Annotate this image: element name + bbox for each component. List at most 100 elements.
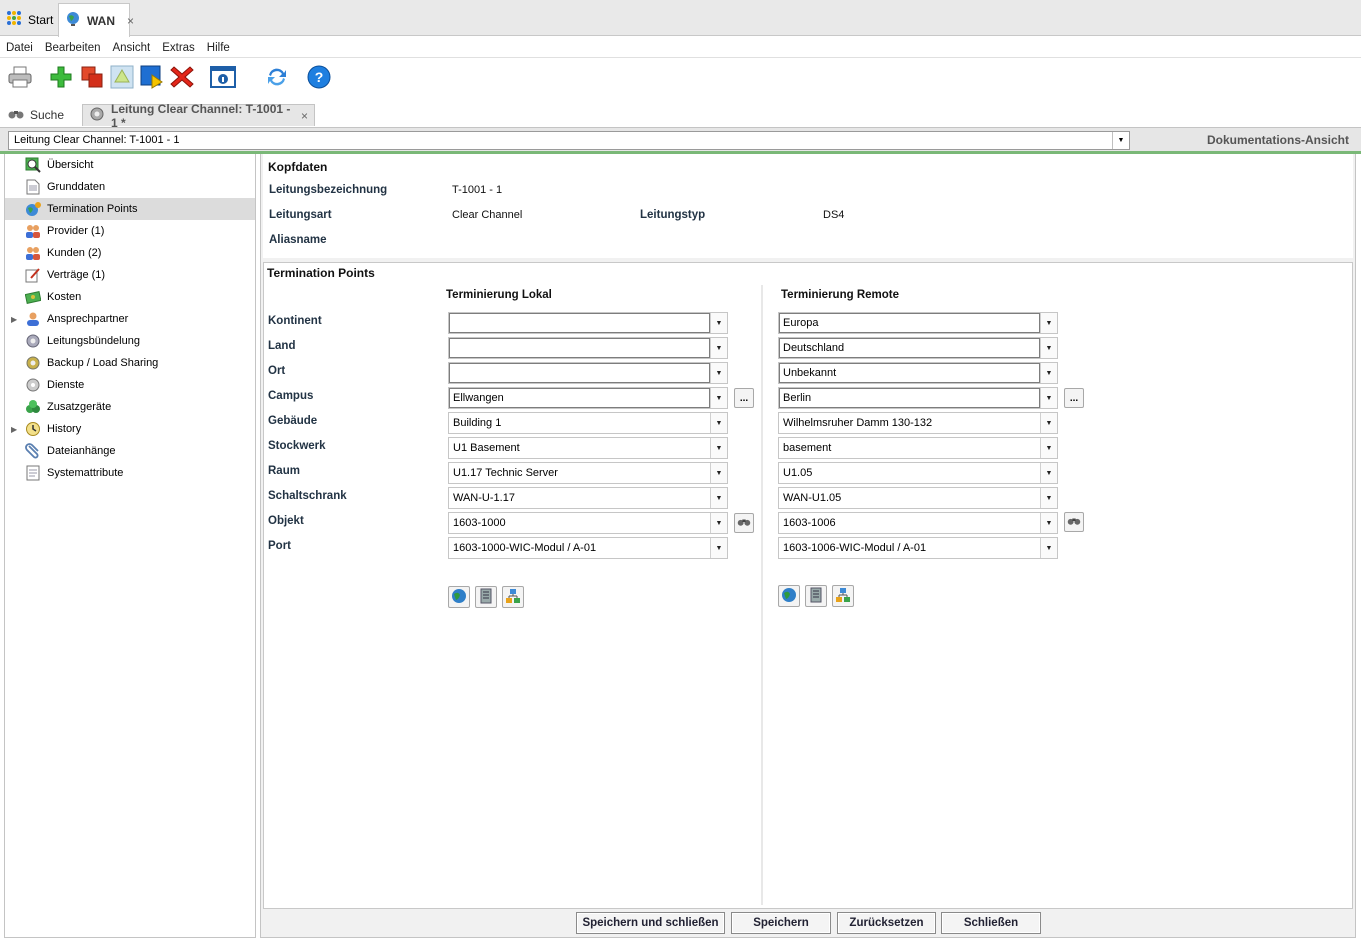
remote-schaltschrank-select[interactable]: WAN-U1.05 ▼: [778, 487, 1058, 509]
tab-leitung[interactable]: Leitung Clear Channel: T-1001 - 1 * ×: [82, 102, 315, 130]
local-kontinent-select[interactable]: ▼: [448, 312, 728, 334]
gear-icon: [89, 106, 105, 125]
sidebar-item-leitungsbuendelung[interactable]: Leitungsbündelung: [5, 330, 255, 352]
tab-search[interactable]: Suche: [8, 104, 64, 126]
close-icon[interactable]: ×: [127, 14, 134, 28]
chevron-down-icon[interactable]: ▼: [710, 313, 727, 333]
local-campus-browse-button[interactable]: ...: [734, 388, 754, 408]
record-select[interactable]: Leitung Clear Channel: T-1001 - 1 ▼: [8, 131, 1130, 150]
local-network-button[interactable]: [502, 586, 524, 608]
sidebar-item-history[interactable]: ▶ History: [5, 418, 255, 440]
remote-objekt-search-button[interactable]: [1064, 512, 1084, 532]
delete-icon[interactable]: [169, 64, 195, 90]
sidebar-item-ansprechpartner[interactable]: ▶ Ansprechpartner: [5, 308, 255, 330]
app-tab-start[interactable]: Start: [0, 3, 56, 36]
sidebar-item-label: Zusatzgeräte: [47, 401, 112, 413]
sidebar-item-zusatzgeraete[interactable]: Zusatzgeräte: [5, 396, 255, 418]
expand-arrow-icon[interactable]: ▶: [11, 315, 17, 324]
menu-extras[interactable]: Extras: [156, 42, 201, 54]
sidebar-item-provider[interactable]: Provider (1): [5, 220, 255, 242]
local-gebaeude-select[interactable]: Building 1 ▼: [448, 412, 728, 434]
chevron-down-icon[interactable]: ▼: [710, 363, 727, 383]
remote-ort-select[interactable]: Unbekannt ▼: [778, 362, 1058, 384]
local-rack-button[interactable]: [475, 586, 497, 608]
menu-hilfe[interactable]: Hilfe: [201, 42, 236, 54]
local-map-button[interactable]: [448, 586, 470, 608]
chevron-down-icon[interactable]: ▼: [1040, 438, 1057, 458]
move-up-icon[interactable]: [109, 64, 135, 90]
remote-schaltschrank-value: WAN-U1.05: [783, 492, 842, 504]
local-stockwerk-select[interactable]: U1 Basement ▼: [448, 437, 728, 459]
sidebar-item-vertraege[interactable]: Verträge (1): [5, 264, 255, 286]
local-raum-select[interactable]: U1.17 Technic Server ▼: [448, 462, 728, 484]
sidebar-item-label: Verträge (1): [47, 269, 106, 281]
printer-icon[interactable]: [7, 64, 33, 90]
sidebar-item-grunddaten[interactable]: Grunddaten: [5, 176, 255, 198]
chevron-down-icon[interactable]: ▼: [710, 438, 727, 458]
sidebar-item-kunden[interactable]: Kunden (2): [5, 242, 255, 264]
local-objekt-search-button[interactable]: [734, 513, 754, 533]
chevron-down-icon[interactable]: ▼: [710, 463, 727, 483]
remote-port-select[interactable]: 1603-1006-WIC-Modul / A-01 ▼: [778, 537, 1058, 559]
chevron-down-icon[interactable]: ▼: [1040, 363, 1057, 383]
info-icon[interactable]: [210, 64, 236, 90]
objekt-label: Objekt: [268, 515, 304, 527]
expand-arrow-icon[interactable]: ▶: [11, 425, 17, 434]
menu-bearbeiten[interactable]: Bearbeiten: [39, 42, 107, 54]
chevron-down-icon[interactable]: ▼: [1040, 313, 1057, 333]
remote-land-select[interactable]: Deutschland ▼: [778, 337, 1058, 359]
remote-gebaeude-select[interactable]: Wilhelmsruher Damm 130-132 ▼: [778, 412, 1058, 434]
menu-ansicht[interactable]: Ansicht: [106, 42, 156, 54]
local-port-select[interactable]: 1603-1000-WIC-Modul / A-01 ▼: [448, 537, 728, 559]
remote-rack-button[interactable]: [805, 585, 827, 607]
sidebar-item-kosten[interactable]: Kosten: [5, 286, 255, 308]
sidebar-item-dienste[interactable]: Dienste: [5, 374, 255, 396]
remote-stockwerk-select[interactable]: basement ▼: [778, 437, 1058, 459]
sidebar-item-dateianhaenge[interactable]: Dateianhänge: [5, 440, 255, 462]
copy-icon[interactable]: [79, 64, 105, 90]
chevron-down-icon[interactable]: ▼: [1040, 513, 1057, 533]
local-land-select[interactable]: ▼: [448, 337, 728, 359]
remote-campus-select[interactable]: Berlin ▼: [778, 387, 1058, 409]
sidebar-item-backup-load-sharing[interactable]: Backup / Load Sharing: [5, 352, 255, 374]
sidebar-item-uebersicht[interactable]: Übersicht: [5, 154, 255, 176]
remote-campus-browse-button[interactable]: ...: [1064, 388, 1084, 408]
sidebar: Übersicht Grunddaten Termination Points …: [4, 154, 256, 938]
sidebar-item-termination-points[interactable]: Termination Points: [5, 198, 255, 220]
chevron-down-icon[interactable]: ▼: [1040, 388, 1057, 408]
local-ort-select[interactable]: ▼: [448, 362, 728, 384]
termination-points-title: Termination Points: [267, 266, 375, 280]
close-button[interactable]: Schließen: [941, 912, 1041, 934]
chevron-down-icon[interactable]: ▼: [710, 338, 727, 358]
close-icon[interactable]: ×: [301, 109, 308, 123]
chevron-down-icon[interactable]: ▼: [710, 513, 727, 533]
remote-kontinent-select[interactable]: Europa ▼: [778, 312, 1058, 334]
chevron-down-icon[interactable]: ▼: [1040, 413, 1057, 433]
local-campus-select[interactable]: Ellwangen ▼: [448, 387, 728, 409]
remote-objekt-select[interactable]: 1603-1006 ▼: [778, 512, 1058, 534]
save-button[interactable]: Speichern: [731, 912, 831, 934]
chevron-down-icon[interactable]: ▼: [1040, 463, 1057, 483]
app-tab-wan[interactable]: WAN ×: [58, 3, 134, 37]
reset-button[interactable]: Zurücksetzen: [837, 912, 936, 934]
menu-datei[interactable]: Datei: [0, 42, 39, 54]
remote-map-button[interactable]: [778, 585, 800, 607]
local-objekt-select[interactable]: 1603-1000 ▼: [448, 512, 728, 534]
help-icon[interactable]: ?: [306, 64, 332, 90]
chevron-down-icon[interactable]: ▼: [1040, 538, 1057, 558]
chevron-down-icon[interactable]: ▼: [1112, 132, 1129, 149]
remote-raum-select[interactable]: U1.05 ▼: [778, 462, 1058, 484]
save-and-close-button[interactable]: Speichern und schließen: [576, 912, 725, 934]
chevron-down-icon[interactable]: ▼: [710, 538, 727, 558]
refresh-icon[interactable]: [264, 64, 290, 90]
chevron-down-icon[interactable]: ▼: [710, 388, 727, 408]
sidebar-item-systemattribute[interactable]: Systemattribute: [5, 462, 255, 484]
remote-network-button[interactable]: [832, 585, 854, 607]
export-icon[interactable]: [139, 64, 165, 90]
add-icon[interactable]: [48, 64, 74, 90]
chevron-down-icon[interactable]: ▼: [1040, 338, 1057, 358]
chevron-down-icon[interactable]: ▼: [710, 488, 727, 508]
chevron-down-icon[interactable]: ▼: [710, 413, 727, 433]
local-schaltschrank-select[interactable]: WAN-U-1.17 ▼: [448, 487, 728, 509]
chevron-down-icon[interactable]: ▼: [1040, 488, 1057, 508]
